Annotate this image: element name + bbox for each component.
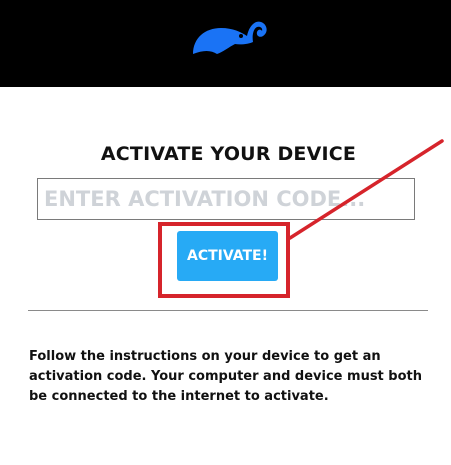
page-title: ACTIVATE YOUR DEVICE xyxy=(100,143,357,165)
divider xyxy=(28,310,428,311)
elephant-logo-icon[interactable] xyxy=(189,14,269,62)
instructions-text: Follow the instructions on your device t… xyxy=(29,349,423,404)
activate-button[interactable]: ACTIVATE! xyxy=(177,231,278,281)
activation-code-input[interactable] xyxy=(37,178,415,220)
header-bar xyxy=(0,0,451,87)
